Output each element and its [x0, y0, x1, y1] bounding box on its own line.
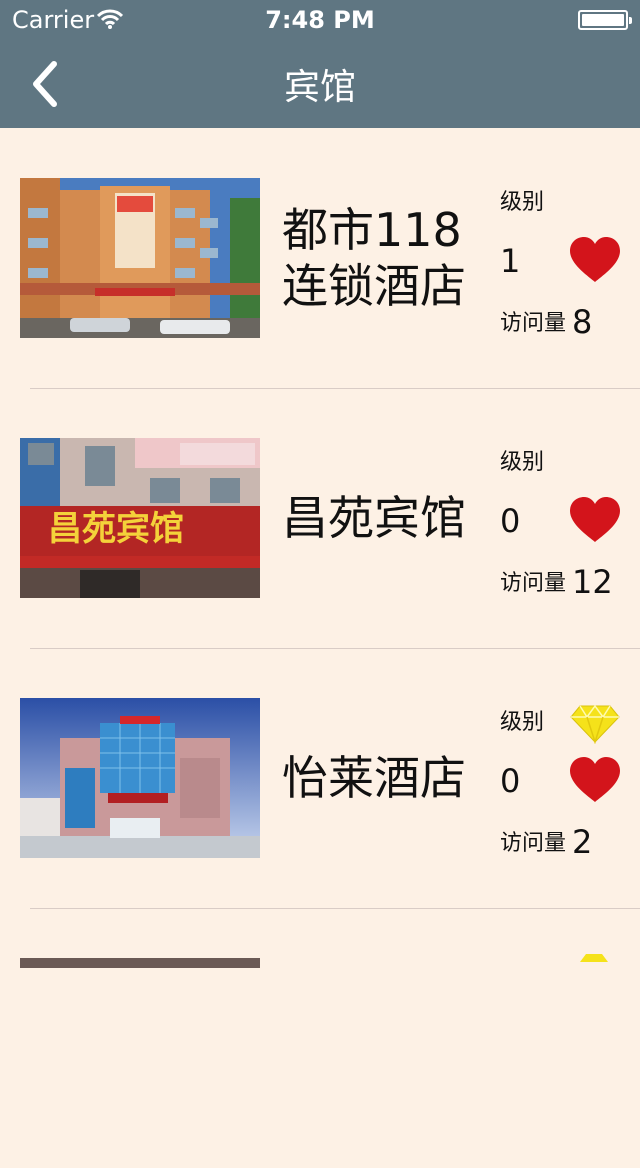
- visits-count: 8: [572, 303, 593, 341]
- heart-icon[interactable]: [568, 236, 622, 284]
- visits-count: 12: [572, 563, 613, 601]
- page-title: 宾馆: [283, 67, 356, 108]
- level-label: 级别: [500, 190, 545, 215]
- visits-label: 访问量: [500, 831, 567, 856]
- battery-icon: [578, 10, 632, 30]
- hotel-photo: [20, 698, 260, 858]
- hotel-row[interactable]: 昌苑宾馆 昌苑宾馆 级别 0 访问量 12: [0, 388, 640, 648]
- visits-info: 访问量 2: [500, 820, 593, 861]
- visits-count: 2: [572, 823, 593, 861]
- navigation-bar: 宾馆: [0, 40, 640, 128]
- hotel-photo: [20, 178, 260, 338]
- hotel-photo: 昌苑宾馆: [20, 438, 260, 598]
- status-bar: Carrier 7:48 PM: [0, 0, 640, 40]
- level-label: 级别: [500, 450, 545, 475]
- top-bar: Carrier 7:48 PM 宾馆: [0, 0, 640, 128]
- hotel-row[interactable]: 都市118连锁酒店 级别 1 访问量 8: [0, 128, 640, 388]
- diamond-icon: [570, 704, 620, 744]
- hotel-name: 都市118连锁酒店: [282, 203, 466, 313]
- level-value: 0: [500, 762, 521, 800]
- hotel-name: 昌苑宾馆: [282, 491, 466, 545]
- svg-text:昌苑宾馆: 昌苑宾馆: [48, 509, 184, 549]
- visits-label: 访问量: [500, 571, 567, 596]
- heart-icon[interactable]: [568, 756, 622, 804]
- visits-info: 访问量 12: [500, 560, 613, 601]
- diamond-icon: [580, 954, 608, 962]
- hotel-row[interactable]: 怡莱酒店 级别 0 访问量 2: [0, 648, 640, 908]
- level-value: 0: [500, 502, 521, 540]
- hotel-row[interactable]: [0, 908, 640, 1168]
- level-value: 1: [500, 242, 521, 280]
- hotel-list: 都市118连锁酒店 级别 1 访问量 8 昌苑宾馆 昌苑宾馆 级别 0 访问量 …: [0, 128, 640, 1168]
- visits-label: 访问量: [500, 311, 567, 336]
- visits-info: 访问量 8: [500, 300, 593, 341]
- clock: 7:48 PM: [265, 6, 375, 34]
- level-label: 级别: [500, 710, 545, 735]
- heart-icon[interactable]: [568, 496, 622, 544]
- hotel-name: 怡莱酒店: [282, 751, 466, 805]
